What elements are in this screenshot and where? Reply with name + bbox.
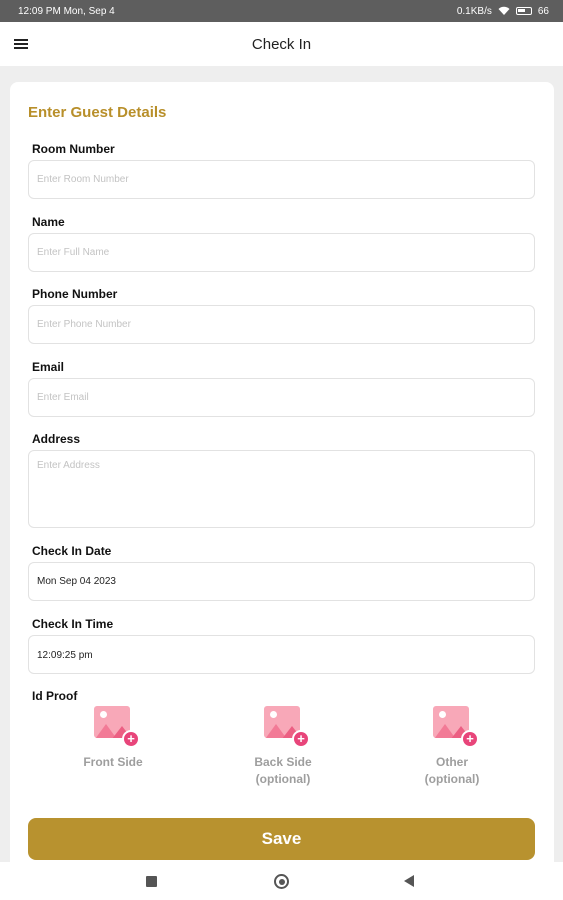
name-input[interactable] xyxy=(28,233,535,272)
navigation-bar xyxy=(0,862,563,900)
check-in-time-value: 12:09:25 pm xyxy=(37,650,93,661)
page-title: Check In xyxy=(251,35,312,53)
id-proof-label: Id Proof xyxy=(32,689,78,703)
back-icon[interactable] xyxy=(404,875,414,887)
add-image-icon: + xyxy=(433,706,479,748)
hamburger-menu-icon[interactable] xyxy=(12,36,30,52)
wifi-icon xyxy=(498,6,510,15)
check-in-date-value: Mon Sep 04 2023 xyxy=(37,576,116,587)
phone-number-input[interactable] xyxy=(28,305,535,344)
battery-icon xyxy=(515,7,532,15)
add-image-icon: + xyxy=(264,706,310,748)
check-in-time-field[interactable] xyxy=(28,635,535,674)
address-input[interactable] xyxy=(28,450,535,528)
check-in-date-label: Check In Date xyxy=(32,544,112,558)
home-icon[interactable] xyxy=(274,874,289,889)
guest-details-card: Enter Guest Details Room Number Name Pho… xyxy=(10,82,554,862)
status-icons: 0.1KB/s 66 xyxy=(457,6,549,17)
section-title: Enter Guest Details xyxy=(28,104,167,121)
status-bar: 12:09 PM Mon, Sep 4 0.1KB/s 66 xyxy=(0,0,563,22)
front-side-upload[interactable]: + Front Side xyxy=(53,706,173,771)
email-input[interactable] xyxy=(28,378,535,417)
address-label: Address xyxy=(32,432,81,446)
app-bar: Check In xyxy=(0,22,563,66)
save-button[interactable]: Save xyxy=(28,818,535,860)
other-label: Other (optional) xyxy=(424,755,480,786)
network-speed: 0.1KB/s xyxy=(456,5,492,17)
battery-level: 66 xyxy=(537,5,549,17)
back-side-upload[interactable]: + Back Side (optional) xyxy=(223,706,343,788)
add-image-icon: + xyxy=(94,706,140,748)
email-label: Email xyxy=(32,360,65,374)
back-side-label: Back Side (optional) xyxy=(254,755,312,786)
other-upload[interactable]: + Other (optional) xyxy=(392,706,512,788)
room-number-input[interactable] xyxy=(28,160,535,199)
status-time: 12:09 PM Mon, Sep 4 xyxy=(18,5,115,17)
phone-number-label: Phone Number xyxy=(32,287,118,301)
check-in-time-label: Check In Time xyxy=(32,617,114,631)
recent-apps-icon[interactable] xyxy=(146,876,157,887)
name-label: Name xyxy=(32,215,65,229)
room-number-label: Room Number xyxy=(32,142,115,156)
front-side-label: Front Side xyxy=(83,755,143,769)
